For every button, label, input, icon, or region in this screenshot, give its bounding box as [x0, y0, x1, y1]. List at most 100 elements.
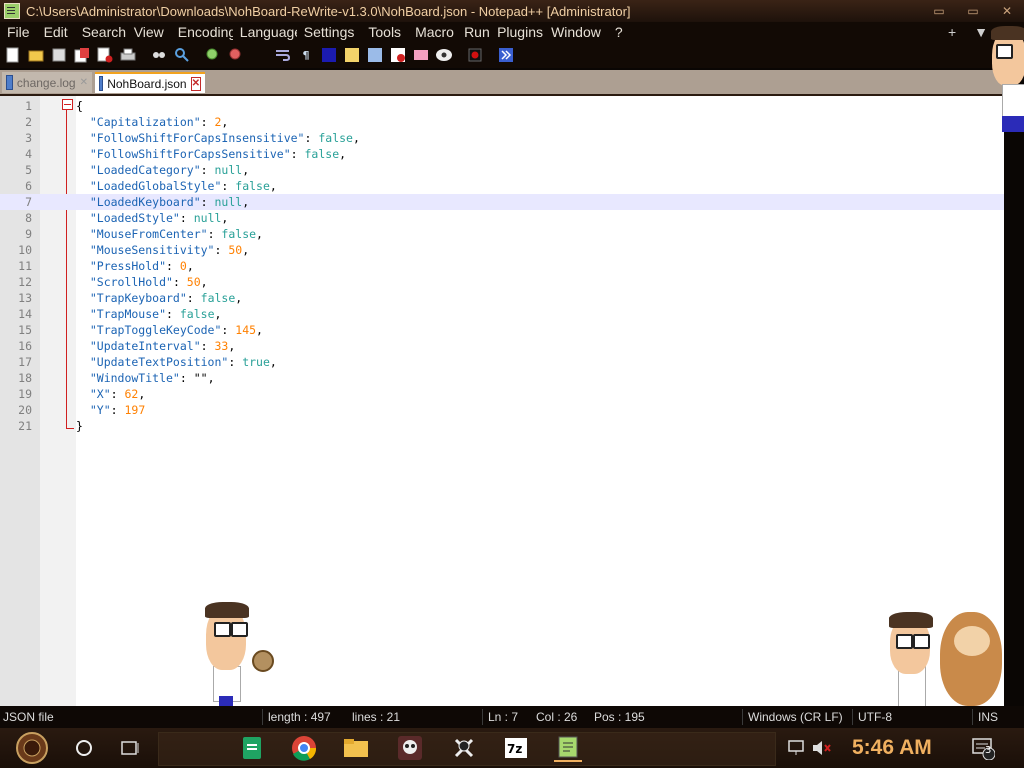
code-area[interactable]: 1{2 "Capitalization": 2, 3 "FollowShiftFo… [0, 98, 1004, 434]
code-text: { [76, 98, 83, 114]
word-wrap-icon[interactable] [274, 46, 292, 64]
close-button[interactable]: ✕ [990, 0, 1024, 22]
chrome-icon[interactable] [290, 734, 318, 762]
line-number: 17 [18, 355, 32, 369]
status-eol-format[interactable]: Windows (CR LF) [748, 710, 843, 724]
code-line[interactable]: 3 "FollowShiftForCapsInsensitive": false… [0, 130, 1004, 146]
7zip-icon[interactable]: 7z [502, 734, 530, 762]
folder-workspace-icon[interactable] [412, 46, 430, 64]
zoom-out-icon[interactable] [227, 46, 245, 64]
replace-icon[interactable] [173, 46, 191, 64]
tab-nohboard-json[interactable]: NohBoard.json ✕ [95, 72, 205, 93]
code-line[interactable]: 16 "UpdateInterval": 33, [0, 338, 1004, 354]
code-line[interactable]: 11 "PressHold": 0, [0, 258, 1004, 274]
close-file-icon[interactable] [96, 46, 114, 64]
notepad-plus-plus-taskbar-icon[interactable] [554, 734, 582, 762]
code-token: "MouseSensitivity" [76, 243, 215, 257]
code-line[interactable]: 8 "LoadedStyle": null, [0, 210, 1004, 226]
function-list-icon[interactable] [389, 46, 407, 64]
code-line[interactable]: 7 "LoadedKeyboard": null, [0, 194, 1004, 210]
minimize-button[interactable]: ▭ [922, 0, 956, 22]
line-number: 1 [25, 99, 32, 113]
code-line[interactable]: 20 "Y": 197 [0, 402, 1004, 418]
print-icon[interactable] [119, 46, 137, 64]
record-macro-icon[interactable] [466, 46, 484, 64]
file-explorer-icon[interactable] [342, 734, 370, 762]
volume-muted-icon[interactable] [810, 734, 834, 762]
run-macro-multiple-icon[interactable] [497, 46, 515, 64]
zoom-in-icon[interactable] [204, 46, 222, 64]
user-language-icon[interactable] [343, 46, 361, 64]
network-icon[interactable] [784, 734, 808, 762]
code-token: , [256, 227, 263, 241]
menu-run[interactable]: Run [457, 24, 490, 40]
notepad-plus-plus-icon[interactable] [4, 3, 20, 19]
code-line[interactable]: 1{ [0, 98, 1004, 114]
menu-help[interactable]: ? [608, 24, 630, 40]
status-insert-mode[interactable]: INS [978, 710, 998, 724]
menu-encoding[interactable]: Encoding [171, 24, 233, 40]
pirate-app-icon[interactable] [450, 734, 478, 762]
tab-close-icon[interactable]: ✕ [80, 77, 88, 88]
code-line[interactable]: 4 "FollowShiftForCapsSensitive": false, [0, 146, 1004, 162]
menu-settings[interactable]: Settings [297, 24, 362, 40]
code-line[interactable]: 2 "Capitalization": 2, [0, 114, 1004, 130]
code-line[interactable]: 6 "LoadedGlobalStyle": false, [0, 178, 1004, 194]
code-text: "FollowShiftForCapsInsensitive": false, [76, 130, 360, 146]
code-text: } [76, 418, 83, 434]
find-icon[interactable] [150, 46, 168, 64]
monitoring-eye-icon[interactable] [435, 46, 453, 64]
code-line[interactable]: 13 "TrapKeyboard": false, [0, 290, 1004, 306]
code-line[interactable]: 21} [0, 418, 1004, 434]
code-line[interactable]: 10 "MouseSensitivity": 50, [0, 242, 1004, 258]
menu-search[interactable]: Search [75, 24, 127, 40]
code-line[interactable]: 14 "TrapMouse": false, [0, 306, 1004, 322]
menu-language[interactable]: Language [233, 24, 297, 40]
code-text: "UpdateTextPosition": true, [76, 354, 277, 370]
save-icon[interactable] [50, 46, 68, 64]
taskbar-clock[interactable]: 5:46 AM [852, 736, 932, 760]
menu-window[interactable]: Window [544, 24, 608, 40]
notification-center-icon[interactable]: 3 [970, 734, 996, 762]
tab-list-chevron-icon[interactable]: ▼ [974, 24, 988, 40]
tab-close-icon[interactable]: ✕ [190, 76, 201, 91]
save-all-icon[interactable] [73, 46, 91, 64]
code-line[interactable]: 12 "ScrollHold": 50, [0, 274, 1004, 290]
code-line[interactable]: 18 "WindowTitle": "", [0, 370, 1004, 386]
menu-view[interactable]: View [127, 24, 171, 40]
code-token: "FollowShiftForCapsInsensitive" [76, 131, 305, 145]
menu-edit[interactable]: Edit [37, 24, 75, 40]
tab-change-log[interactable]: change.log ✕ [2, 72, 92, 93]
open-file-icon[interactable] [27, 46, 45, 64]
code-token: "" [193, 371, 208, 385]
new-tab-plus-icon[interactable]: + [948, 24, 956, 40]
indent-guide-icon[interactable] [320, 46, 338, 64]
maximize-button[interactable]: ▭ [956, 0, 990, 22]
line-number: 13 [18, 291, 32, 305]
code-line[interactable]: 17 "UpdateTextPosition": true, [0, 354, 1004, 370]
code-line[interactable]: 15 "TrapToggleKeyCode": 145, [0, 322, 1004, 338]
document-icon [99, 76, 104, 91]
doc-map-icon[interactable] [366, 46, 384, 64]
task-view-icon[interactable] [116, 734, 144, 762]
code-line[interactable]: 5 "LoadedCategory": null, [0, 162, 1004, 178]
line-number: 10 [18, 243, 32, 257]
status-encoding[interactable]: UTF-8 [858, 710, 892, 724]
code-token: "UpdateTextPosition" [76, 355, 229, 369]
menu-tools[interactable]: Tools [361, 24, 408, 40]
new-file-icon[interactable] [4, 46, 22, 64]
show-all-characters-icon[interactable]: ¶ [297, 46, 315, 64]
code-token: , [186, 259, 194, 273]
menu-plugins[interactable]: Plugins [490, 24, 544, 40]
code-line[interactable]: 9 "MouseFromCenter": false, [0, 226, 1004, 242]
search-circle-icon[interactable] [70, 734, 98, 762]
sheets-app-icon[interactable] [238, 734, 266, 762]
start-button[interactable] [12, 731, 52, 765]
code-line[interactable]: 19 "X": 62, [0, 386, 1004, 402]
skull-app-icon[interactable] [396, 734, 424, 762]
code-token: : [221, 179, 236, 193]
code-token: , [221, 211, 229, 225]
editor-pane[interactable]: 1{2 "Capitalization": 2, 3 "FollowShiftFo… [0, 94, 1004, 706]
menu-macro[interactable]: Macro [408, 24, 457, 40]
menu-file[interactable]: File [0, 24, 37, 40]
